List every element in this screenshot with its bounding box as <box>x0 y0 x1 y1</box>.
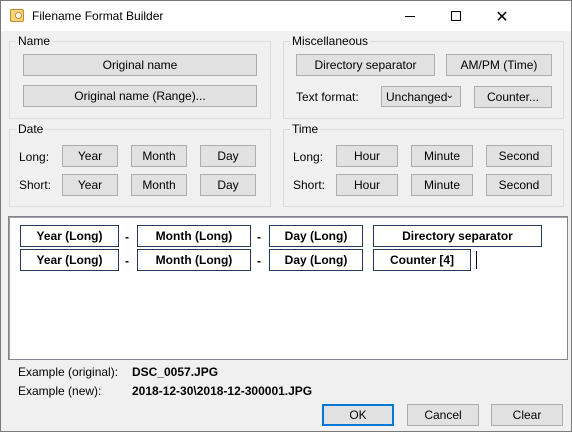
counter-button[interactable]: Counter... <box>474 86 552 108</box>
minimize-button[interactable] <box>387 1 433 31</box>
date-group-label: Date <box>16 122 46 136</box>
example-new-value: 2018-12-30\2018-12-300001.JPG <box>132 384 313 398</box>
example-original-value: DSC_0057.JPG <box>132 365 219 379</box>
format-token[interactable]: Month (Long) <box>137 249 251 271</box>
title-bar[interactable]: Filename Format Builder ✕ <box>1 1 571 31</box>
example-original-label: Example (original): <box>18 365 119 379</box>
hour-short-button[interactable]: Hour <box>336 174 398 196</box>
example-new-label: Example (new): <box>18 384 102 398</box>
app-picture-icon <box>10 9 24 22</box>
text-format-label: Text format: <box>296 90 359 104</box>
format-separator: - <box>125 254 129 268</box>
time-long-label: Long: <box>293 150 324 164</box>
original-name-range-button[interactable]: Original name (Range)... <box>23 85 257 107</box>
directory-separator-button[interactable]: Directory separator <box>296 54 435 76</box>
time-short-label: Short: <box>293 178 326 192</box>
text-format-value: Unchanged <box>386 89 448 104</box>
format-editor[interactable]: Year (Long) - Month (Long) - Day (Long) … <box>8 216 568 360</box>
original-name-button[interactable]: Original name <box>23 54 257 76</box>
minute-long-button[interactable]: Minute <box>411 145 473 167</box>
clear-button[interactable]: Clear <box>491 404 563 426</box>
miscellaneous-group: Miscellaneous Directory separator AM/PM … <box>283 34 564 119</box>
text-format-select[interactable]: Unchanged ⌄ <box>381 86 461 107</box>
close-icon: ✕ <box>495 6 509 26</box>
ampm-time-button[interactable]: AM/PM (Time) <box>446 54 552 76</box>
format-separator: - <box>125 230 129 244</box>
day-long-button[interactable]: Day <box>200 145 256 167</box>
dialog-window: Filename Format Builder ✕ Name Original … <box>0 0 572 432</box>
text-caret <box>476 251 477 269</box>
name-group-label: Name <box>16 34 53 48</box>
date-group: Date Long: Short: Year Month Day Year Mo… <box>9 122 271 207</box>
second-long-button[interactable]: Second <box>486 145 552 167</box>
day-short-button[interactable]: Day <box>200 174 256 196</box>
month-short-button[interactable]: Month <box>131 174 187 196</box>
format-token[interactable]: Month (Long) <box>137 225 251 247</box>
format-separator: - <box>257 254 261 268</box>
format-token[interactable]: Year (Long) <box>20 249 119 271</box>
maximize-button[interactable] <box>433 1 479 31</box>
minimize-icon <box>405 15 415 17</box>
hour-long-button[interactable]: Hour <box>336 145 398 167</box>
close-button[interactable]: ✕ <box>479 1 525 31</box>
format-token[interactable]: Counter [4] <box>373 249 471 271</box>
chevron-down-icon: ⌄ <box>445 90 454 101</box>
minute-short-button[interactable]: Minute <box>411 174 473 196</box>
year-short-button[interactable]: Year <box>62 174 118 196</box>
date-long-label: Long: <box>19 150 50 164</box>
date-short-label: Short: <box>19 178 52 192</box>
format-token[interactable]: Day (Long) <box>269 249 363 271</box>
second-short-button[interactable]: Second <box>486 174 552 196</box>
cancel-button[interactable]: Cancel <box>407 404 479 426</box>
miscellaneous-group-label: Miscellaneous <box>290 34 371 48</box>
time-group: Time Long: Short: Hour Minute Second Hou… <box>283 122 564 207</box>
time-group-label: Time <box>290 122 321 136</box>
name-group: Name Original name Original name (Range)… <box>9 34 271 119</box>
format-separator: - <box>257 230 261 244</box>
year-long-button[interactable]: Year <box>62 145 118 167</box>
maximize-icon <box>451 11 461 21</box>
window-title: Filename Format Builder <box>32 9 164 23</box>
format-token[interactable]: Year (Long) <box>20 225 119 247</box>
format-token[interactable]: Directory separator <box>373 225 542 247</box>
format-token[interactable]: Day (Long) <box>269 225 363 247</box>
month-long-button[interactable]: Month <box>131 145 187 167</box>
ok-button[interactable]: OK <box>322 404 394 426</box>
